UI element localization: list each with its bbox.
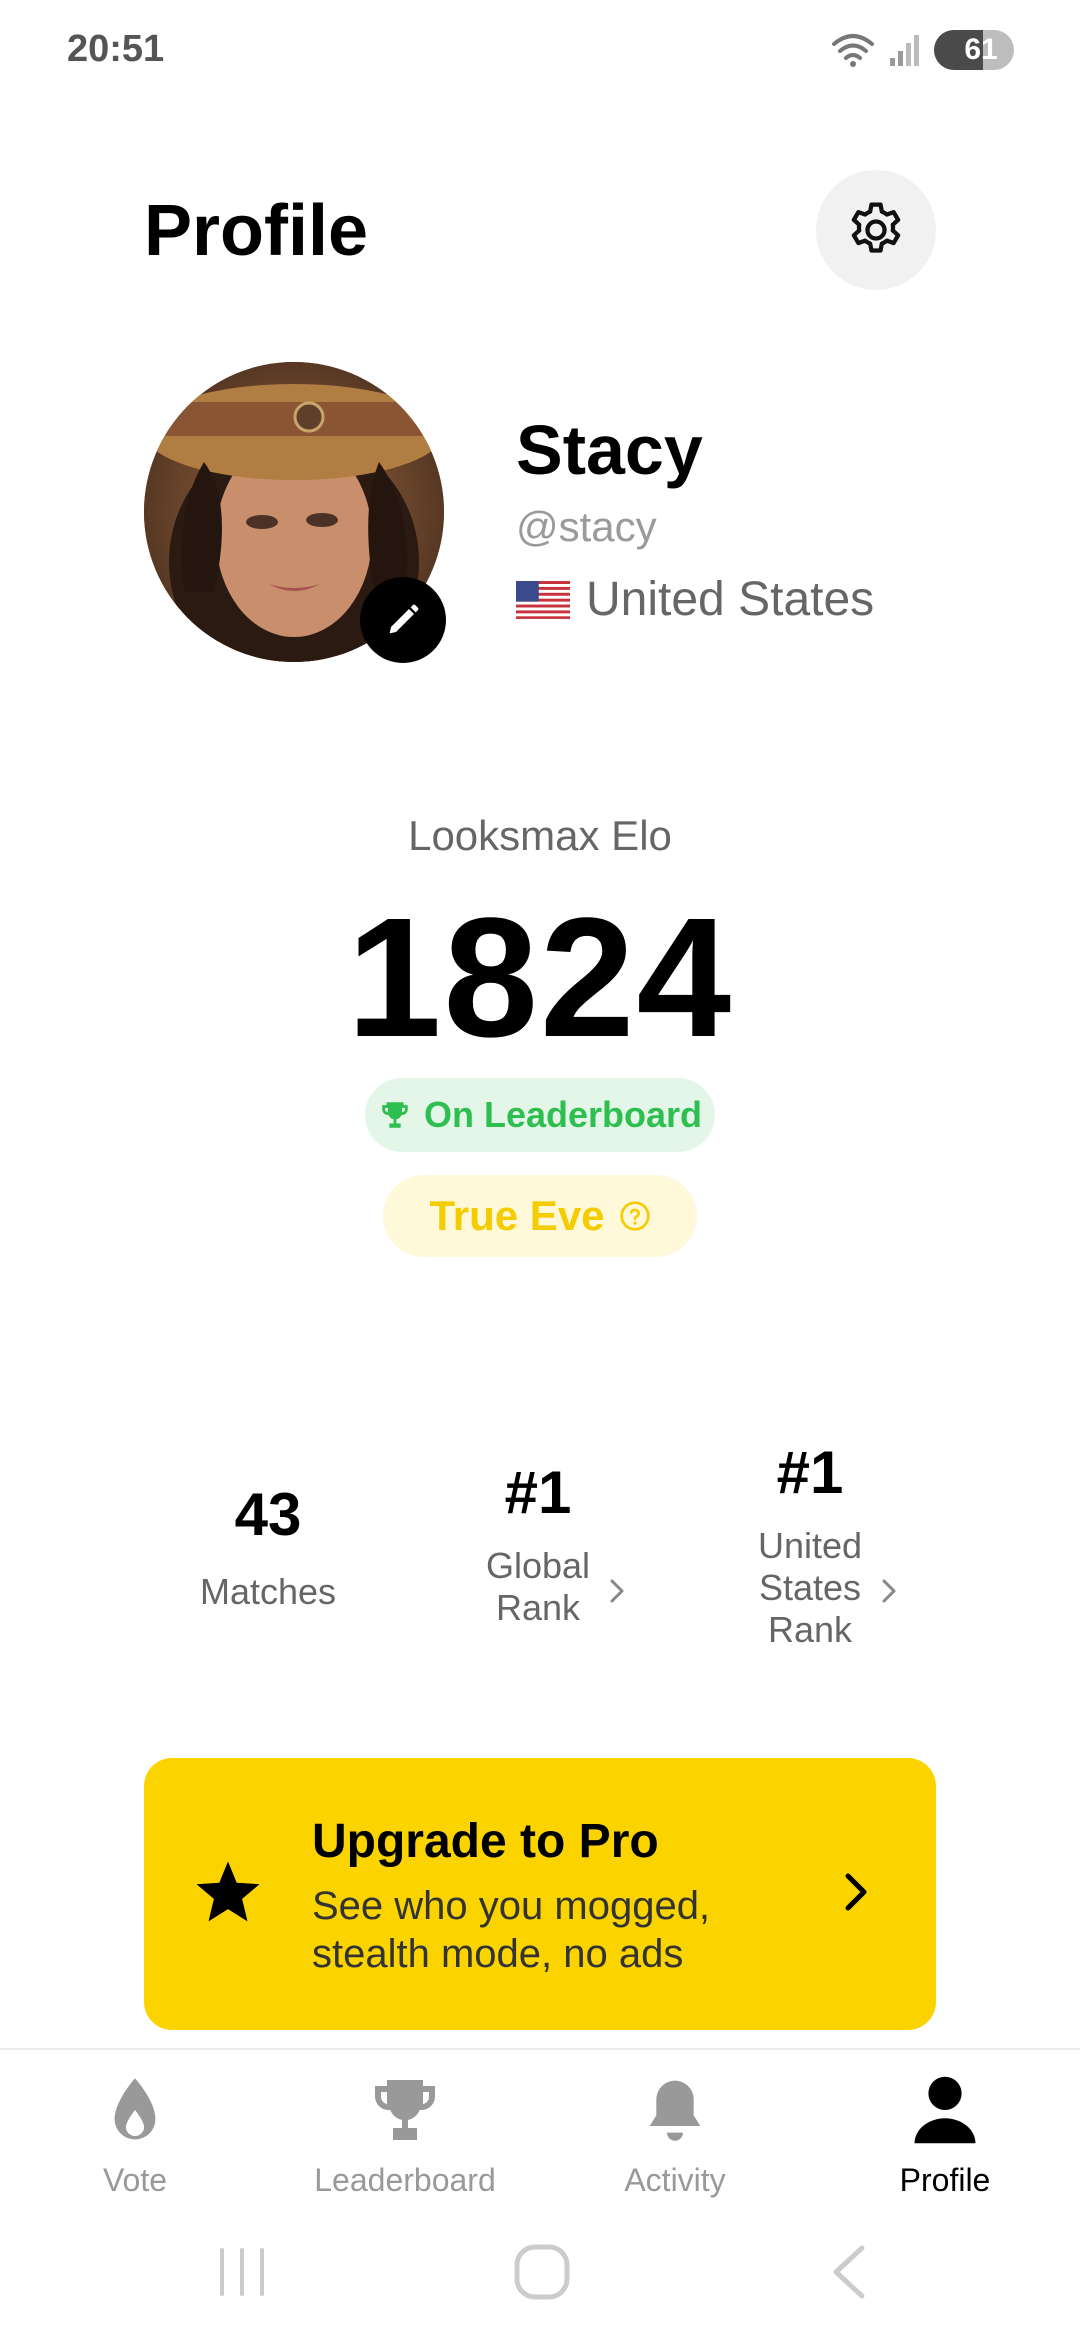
help-icon	[619, 1201, 650, 1231]
status-bar: 20:51 61	[0, 0, 1080, 100]
wifi-icon	[832, 34, 874, 67]
tier-label: True Eve	[429, 1192, 605, 1239]
nav-vote-label: Vote	[102, 2162, 168, 2198]
leaderboard-badge[interactable]: On Leaderboard	[365, 1078, 715, 1152]
gear-icon	[851, 202, 901, 253]
us-flag-icon	[516, 580, 570, 619]
trophy-icon	[375, 2080, 435, 2140]
signal-icon	[890, 35, 919, 66]
trophy-icon	[382, 1102, 408, 1128]
status-icons: 61	[830, 30, 1014, 70]
pro-description: See who you mogged, stealth mode, no ads	[312, 1884, 711, 1976]
chevron-right-icon[interactable]	[604, 1574, 630, 1608]
nav-profile[interactable]: Profile	[810, 2050, 1080, 2220]
edit-avatar-button[interactable]	[360, 577, 446, 663]
battery-indicator: 61	[934, 30, 1014, 70]
elo-label: Looksmax Elo	[408, 812, 672, 859]
home-icon[interactable]	[512, 2242, 572, 2302]
country-rank-value: #1	[776, 1439, 844, 1506]
nav-activity[interactable]: Activity	[540, 2050, 810, 2220]
nav-profile-label: Profile	[899, 2162, 991, 2198]
tier-badge[interactable]: True Eve	[383, 1175, 697, 1257]
stat-matches: 43 Matches	[168, 1480, 368, 1613]
chevron-right-icon[interactable]	[876, 1574, 902, 1608]
leaderboard-badge-label: On Leaderboard	[423, 1094, 703, 1135]
drop-icon	[114, 2078, 156, 2140]
settings-button[interactable]	[816, 170, 936, 290]
recents-icon[interactable]	[214, 2242, 270, 2302]
user-handle: @stacy	[516, 503, 657, 550]
back-icon[interactable]	[824, 2242, 874, 2302]
matches-count: 43	[234, 1481, 302, 1548]
global-rank-value: #1	[504, 1459, 572, 1526]
status-time: 20:51	[67, 28, 165, 70]
user-country: United States	[516, 572, 874, 627]
pencil-icon	[389, 604, 419, 634]
nav-leaderboard[interactable]: Leaderboard	[270, 2050, 540, 2220]
nav-activity-label: Activity	[624, 2162, 726, 2198]
elo-value: 1824	[346, 883, 734, 1073]
pro-title: Upgrade to Pro	[312, 1815, 659, 1868]
page-title: Profile	[144, 191, 369, 271]
nav-vote[interactable]: Vote	[0, 2050, 270, 2220]
nav-leaderboard-label: Leaderboard	[314, 2162, 496, 2198]
person-icon	[914, 2076, 976, 2144]
upgrade-pro-card[interactable]: Upgrade to Pro See who you mogged, steal…	[144, 1758, 936, 2030]
bell-icon	[649, 2080, 701, 2141]
chevron-right-icon	[845, 1873, 867, 1911]
matches-label: Matches	[199, 1571, 337, 1612]
system-nav-bar	[0, 2220, 1080, 2340]
bottom-nav: Vote Leaderboard Activity Profile	[0, 2050, 1080, 2220]
stat-country-rank[interactable]: #1 United States Rank	[690, 1438, 930, 1651]
country-name: United States	[586, 573, 875, 626]
star-icon	[196, 1861, 260, 1922]
user-name: Stacy	[516, 411, 703, 489]
battery-level: 61	[964, 33, 998, 66]
